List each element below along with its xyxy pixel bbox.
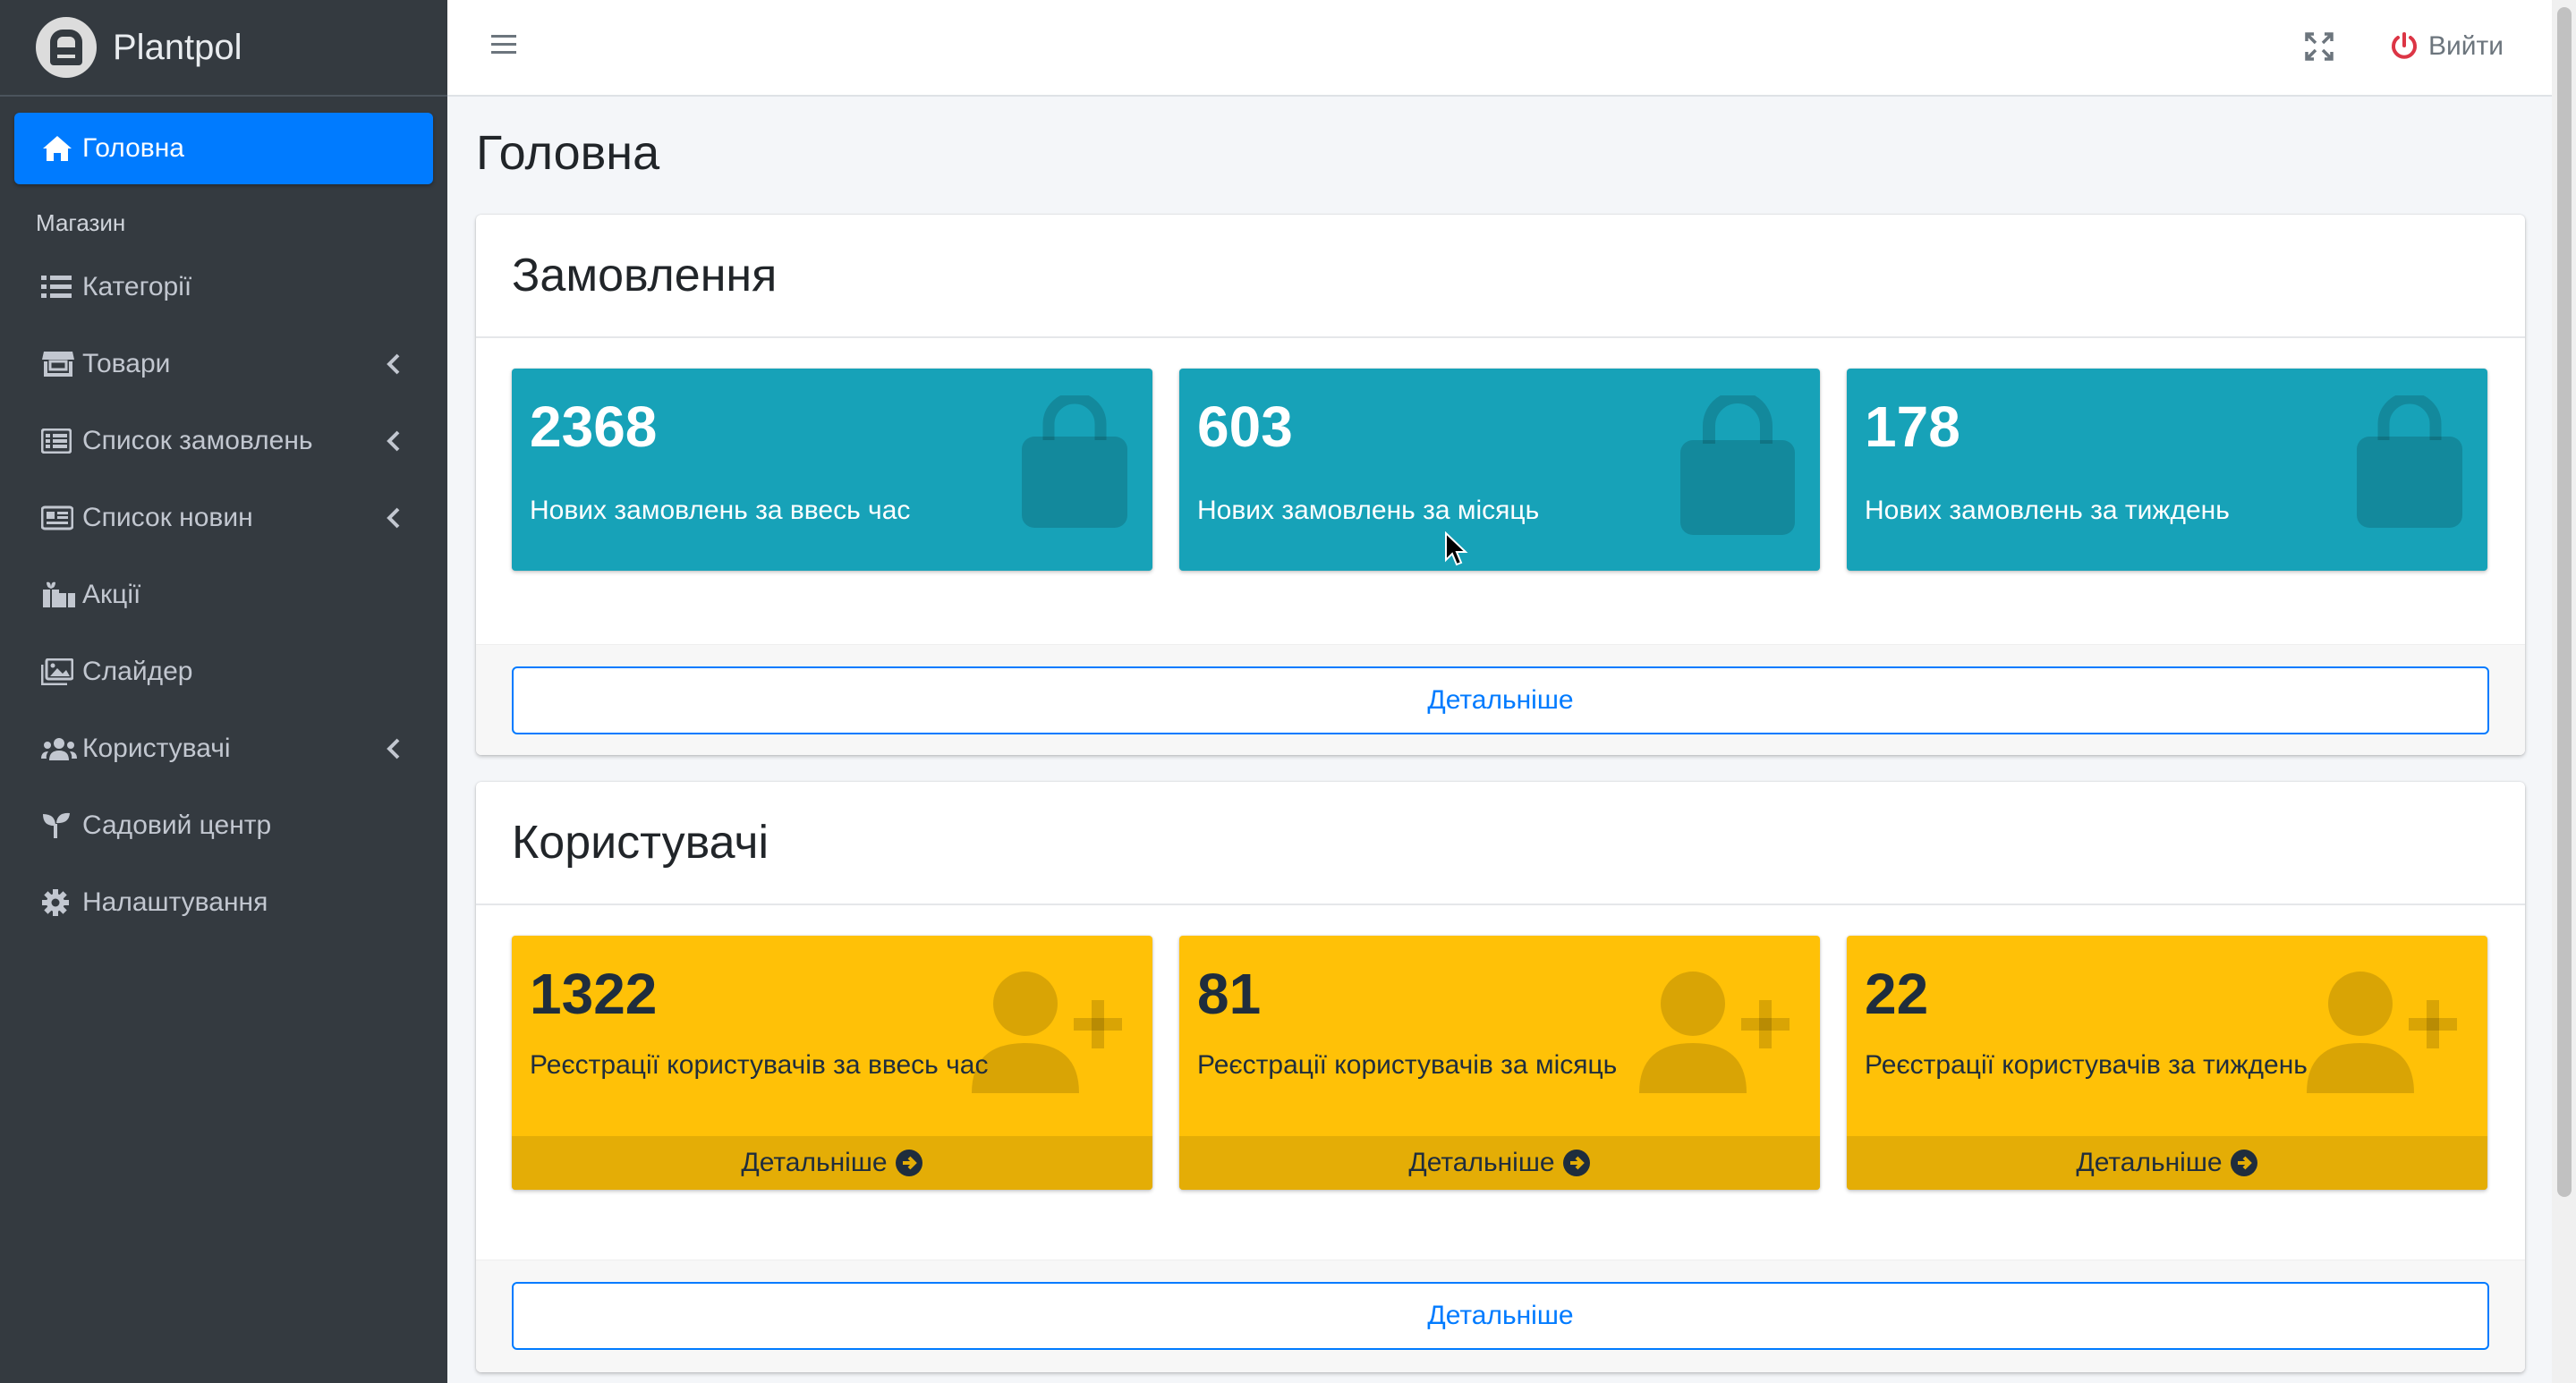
stat-value: 2368 <box>530 395 658 459</box>
orders-card-footer: Детальніше <box>476 644 2525 755</box>
chevron-left-icon <box>381 428 406 454</box>
fullscreen-icon[interactable] <box>2303 30 2335 63</box>
user-plus-icon <box>966 968 1124 1101</box>
box-more-link[interactable]: Детальніше <box>1847 1136 2487 1190</box>
box-more-label: Детальніше <box>2076 1148 2223 1177</box>
logout-label: Вийти <box>2428 31 2504 61</box>
sidebar-item-garden-center[interactable]: Садовий центр <box>14 790 433 861</box>
users-card-title: Користувачі <box>476 782 2525 905</box>
stat-value: 178 <box>1865 395 1960 459</box>
orders-details-button[interactable]: Детальніше <box>512 666 2489 734</box>
orders-box-month: 603 Нових замовлень за місяць <box>1179 369 1820 571</box>
mouse-cursor-icon <box>1444 530 1469 567</box>
stat-label: Реєстрації користувачів за місяць <box>1197 1050 1618 1080</box>
shopping-bag-icon <box>1677 391 1798 543</box>
sidebar-item-slider[interactable]: Слайдер <box>14 636 433 708</box>
sidebar-item-label: Список замовлень <box>82 426 313 455</box>
stat-value: 1322 <box>530 962 658 1026</box>
sidebar-item-label: Список новин <box>82 503 253 532</box>
stat-value: 22 <box>1865 962 1929 1026</box>
users-box-month: 81 Реєстрації користувачів за місяць Дет… <box>1179 936 1820 1190</box>
brand-logo-icon <box>36 17 97 78</box>
sidebar-item-label: Садовий центр <box>82 810 272 840</box>
sidebar-nav: Головна Магазин Категорії Товари Список … <box>0 97 447 938</box>
sidebar-item-orders[interactable]: Список замовлень <box>14 405 433 477</box>
sidebar-item-home[interactable]: Головна <box>14 113 433 184</box>
stat-value: 81 <box>1197 962 1262 1026</box>
shopping-bag-icon <box>1018 392 1131 536</box>
users-card: Користувачі 1322 Реєстрації користувачів… <box>476 782 2525 1372</box>
users-box-week: 22 Реєстрації користувачів за тиждень Де… <box>1847 936 2487 1190</box>
chevron-left-icon <box>381 736 406 761</box>
box-more-label: Детальніше <box>741 1148 888 1177</box>
logout-button[interactable]: Вийти <box>2389 25 2504 68</box>
sidebar: Plantpol Головна Магазин Категорії Товар… <box>0 0 447 1383</box>
sidebar-item-categories[interactable]: Категорії <box>14 251 433 323</box>
orders-card: Замовлення 2368 Нових замовлень за ввесь… <box>476 215 2525 755</box>
users-icon <box>41 734 77 763</box>
sidebar-item-promotions[interactable]: Акції <box>14 559 433 631</box>
shopping-bag-icon <box>2353 392 2466 536</box>
gear-icon <box>41 888 77 917</box>
stat-label: Нових замовлень за місяць <box>1197 496 1540 525</box>
chevron-left-icon <box>381 352 406 377</box>
stat-label: Реєстрації користувачів за ввесь час <box>530 1050 989 1080</box>
list-icon <box>41 273 77 301</box>
page-title: Головна <box>476 126 660 180</box>
orders-card-title: Замовлення <box>476 215 2525 338</box>
sidebar-item-label: Користувачі <box>82 734 231 763</box>
stat-value: 603 <box>1197 395 1293 459</box>
box-more-label: Детальніше <box>1408 1148 1555 1177</box>
chevron-left-icon <box>381 505 406 530</box>
arrow-circle-right-icon <box>1562 1149 1591 1177</box>
power-icon <box>2389 31 2419 62</box>
stat-label: Нових замовлень за ввесь час <box>530 496 911 525</box>
scrollbar-thumb[interactable] <box>2557 7 2572 1197</box>
brand-name: Plantpol <box>113 27 242 67</box>
box-more-link[interactable]: Детальніше <box>1179 1136 1820 1190</box>
newspaper-icon <box>41 504 77 532</box>
top-navbar: Вийти <box>447 0 2552 97</box>
sidebar-item-label: Акції <box>82 580 141 609</box>
sidebar-item-label: Категорії <box>82 272 192 301</box>
store-icon <box>41 350 77 378</box>
box-more-link[interactable]: Детальніше <box>512 1136 1152 1190</box>
orders-box-week: 178 Нових замовлень за тиждень <box>1847 369 2487 571</box>
user-plus-icon <box>1634 968 1791 1101</box>
menu-toggle-icon[interactable] <box>490 32 517 59</box>
sidebar-item-label: Товари <box>82 349 171 378</box>
sidebar-section-header: Магазин <box>36 209 126 236</box>
user-plus-icon <box>2301 968 2459 1101</box>
gifts-icon <box>41 581 77 609</box>
sidebar-item-label: Головна <box>82 133 184 163</box>
arrow-circle-right-icon <box>895 1149 923 1177</box>
users-details-button[interactable]: Детальніше <box>512 1282 2489 1350</box>
users-box-all-time: 1322 Реєстрації користувачів за ввесь ча… <box>512 936 1152 1190</box>
image-icon <box>41 658 77 686</box>
sidebar-item-products[interactable]: Товари <box>14 328 433 400</box>
home-icon <box>41 134 77 163</box>
table-list-icon <box>41 427 77 455</box>
sidebar-item-users[interactable]: Користувачі <box>14 713 433 785</box>
stat-label: Нових замовлень за тиждень <box>1865 496 2230 525</box>
sidebar-item-news[interactable]: Список новин <box>14 482 433 554</box>
orders-box-all-time: 2368 Нових замовлень за ввесь час <box>512 369 1152 571</box>
sidebar-item-label: Слайдер <box>82 657 193 686</box>
stat-label: Реєстрації користувачів за тиждень <box>1865 1050 2308 1080</box>
brand-link[interactable]: Plantpol <box>0 0 447 97</box>
arrow-circle-right-icon <box>2230 1149 2258 1177</box>
sidebar-item-settings[interactable]: Налаштування <box>14 867 433 938</box>
users-card-footer: Детальніше <box>476 1260 2525 1372</box>
sidebar-item-label: Налаштування <box>82 887 268 917</box>
seedling-icon <box>41 811 77 840</box>
